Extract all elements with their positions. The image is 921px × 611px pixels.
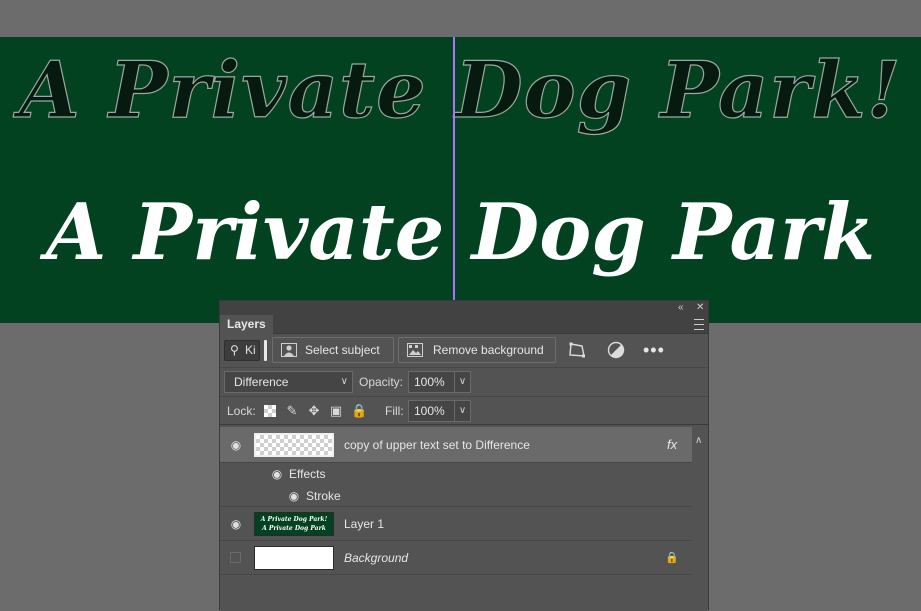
stroke-effect-label: Stroke — [306, 489, 341, 503]
chevron-up-icon[interactable]: ∧ — [695, 435, 702, 446]
fill-label: Fill: — [385, 404, 404, 418]
fill-value: 100% — [414, 404, 445, 418]
layer-name[interactable]: Background — [344, 551, 408, 565]
adjustment-circle-icon[interactable] — [606, 341, 626, 359]
remove-background-label: Remove background — [433, 343, 544, 357]
layers-list[interactable]: ◉ copy of upper text set to Difference f… — [220, 427, 708, 611]
contextual-toolbar: ⚲ Ki Select subject Remove background ••… — [220, 335, 708, 365]
opacity-label: Opacity: — [359, 375, 404, 389]
layer-thumbnail: A Private Dog Park! A Private Dog Park — [254, 512, 334, 536]
layers-panel: « ✕ Layers ⚲ Ki Select subject Remove ba… — [219, 300, 709, 611]
double-chevron-left-icon[interactable]: « — [678, 301, 684, 315]
search-value: Ki — [245, 343, 256, 357]
lock-artboard-icon[interactable]: ▣ — [329, 404, 343, 418]
eye-icon[interactable]: ◉ — [229, 438, 243, 452]
layers-scrollbar[interactable]: ∧ — [692, 427, 708, 611]
search-icon: ⚲ — [230, 343, 239, 357]
layer-row-copy-upper-text[interactable]: ◉ copy of upper text set to Difference f… — [220, 427, 692, 463]
chevron-down-icon[interactable]: ∨ — [454, 401, 470, 421]
chevron-down-icon: ∨ — [340, 376, 348, 387]
remove-background-button[interactable]: Remove background — [398, 337, 556, 363]
layer-effects-row[interactable]: ◉ Effects — [220, 463, 692, 485]
person-icon — [281, 343, 297, 357]
blend-row: Difference ∨ Opacity: 100% ∨ — [220, 367, 708, 395]
layer-row-layer-1[interactable]: ◉ A Private Dog Park! A Private Dog Park… — [220, 507, 692, 541]
lock-all-icon[interactable]: 🔒 — [351, 404, 367, 418]
effects-label: Effects — [289, 467, 326, 481]
image-icon — [407, 343, 423, 357]
layer-filter-search[interactable]: ⚲ Ki — [224, 340, 260, 361]
lock-transparent-pixels-icon[interactable] — [264, 405, 276, 417]
layer-name[interactable]: Layer 1 — [344, 517, 384, 531]
upper-text-layer[interactable]: A Private Dog Park! — [0, 44, 921, 136]
lock-position-icon[interactable]: ✥ — [307, 404, 321, 418]
document-canvas[interactable]: A Private Dog Park! A Private Dog Park — [0, 37, 921, 323]
vertical-guide[interactable] — [453, 37, 455, 323]
lock-label: Lock: — [227, 404, 256, 418]
blend-mode-select[interactable]: Difference ∨ — [224, 371, 353, 393]
lock-row: Lock: ✎ ✥ ▣ 🔒 Fill: 100% ∨ — [220, 396, 708, 425]
layer-thumbnail — [254, 546, 334, 570]
select-subject-button[interactable]: Select subject — [272, 337, 394, 363]
layer-thumbnail — [254, 433, 334, 457]
fx-icon[interactable]: fx — [667, 437, 677, 452]
lower-text-layer[interactable]: A Private Dog Park — [0, 187, 921, 278]
eye-icon[interactable]: ◉ — [287, 489, 301, 503]
visibility-toggle-off[interactable] — [230, 552, 241, 563]
tab-layers[interactable]: Layers — [220, 315, 273, 334]
close-icon[interactable]: ✕ — [696, 301, 704, 315]
layer-name[interactable]: copy of upper text set to Difference — [344, 438, 530, 452]
panel-menu-icon[interactable] — [694, 319, 704, 330]
panel-tab-row: Layers — [220, 315, 708, 334]
layer-effect-stroke-row[interactable]: ◉ Stroke — [220, 485, 692, 507]
lock-icon: 🔒 — [665, 552, 679, 564]
select-subject-label: Select subject — [305, 343, 380, 357]
blend-mode-value: Difference — [234, 375, 289, 389]
more-options-icon[interactable]: ••• — [643, 341, 664, 359]
layer-row-background[interactable]: Background 🔒 — [220, 541, 692, 575]
filter-toggle[interactable] — [264, 340, 267, 361]
eye-icon[interactable]: ◉ — [270, 467, 284, 481]
thumbnail-line: A Private Dog Park! — [260, 516, 328, 523]
opacity-value: 100% — [414, 375, 445, 389]
opacity-field[interactable]: 100% ∨ — [408, 371, 471, 393]
thumbnail-line: A Private Dog Park — [262, 525, 326, 532]
panel-titlebar[interactable]: « ✕ — [220, 301, 708, 315]
chevron-down-icon[interactable]: ∨ — [454, 372, 470, 392]
fill-field[interactable]: 100% ∨ — [408, 400, 471, 422]
lock-image-pixels-icon[interactable]: ✎ — [285, 404, 299, 418]
polygon-select-icon[interactable] — [567, 341, 587, 359]
eye-icon[interactable]: ◉ — [229, 517, 243, 531]
